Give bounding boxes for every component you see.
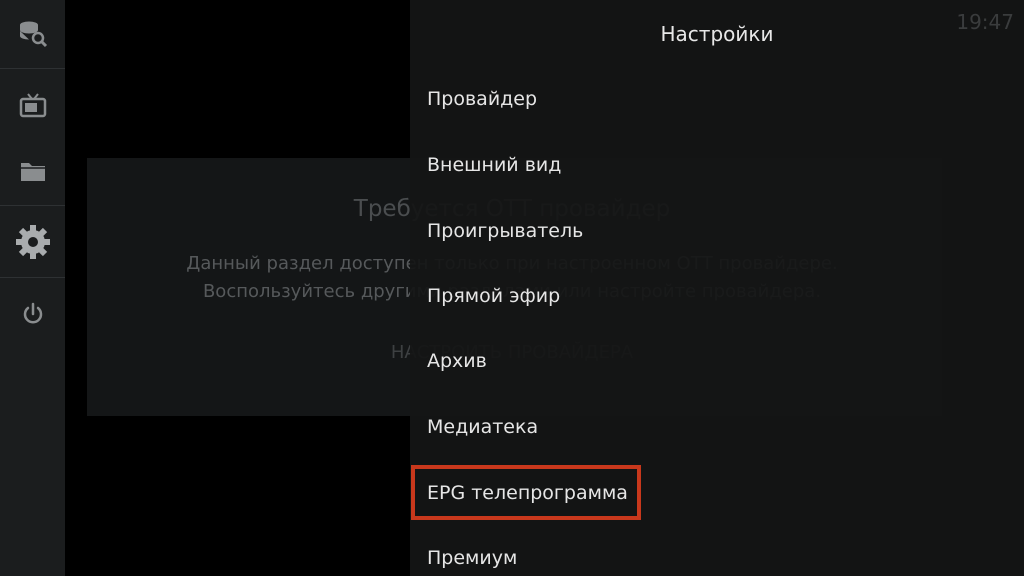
menu-item-live[interactable]: Прямой эфир: [427, 285, 560, 307]
menu-item-media-library[interactable]: Медиатека: [427, 416, 538, 438]
sidebar-item-tv[interactable]: [0, 82, 65, 128]
menu-item-player[interactable]: Проигрыватель: [427, 220, 583, 242]
folder-icon: [20, 163, 45, 181]
sidebar-divider: [0, 68, 65, 69]
menu-item-provider[interactable]: Провайдер: [427, 88, 537, 110]
epg-highlight-frame: [411, 465, 641, 520]
sidebar-item-search[interactable]: [0, 10, 65, 58]
menu-item-archive[interactable]: Архив: [427, 350, 487, 372]
sidebar-item-folder[interactable]: [0, 148, 65, 194]
clock: 19:47: [956, 10, 1014, 34]
menu-item-appearance[interactable]: Внешний вид: [427, 154, 561, 176]
search-db-icon: [19, 21, 47, 48]
power-icon: [23, 302, 42, 324]
menu-item-premium[interactable]: Премиум: [427, 547, 517, 569]
panel-title: Настройки: [660, 22, 774, 46]
sidebar-divider: [0, 277, 65, 278]
tv-icon: [19, 93, 46, 118]
